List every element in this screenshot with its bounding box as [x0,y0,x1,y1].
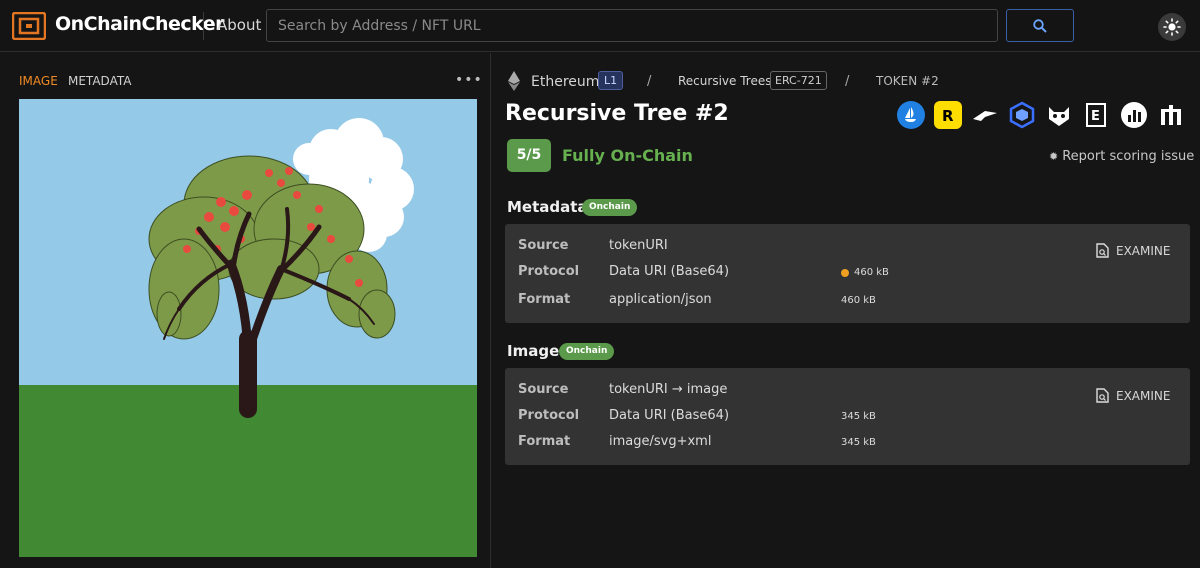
report-scoring-link[interactable]: ✹ Report scoring issue [1049,149,1194,164]
token-standard-badge: ERC-721 [770,71,827,90]
metadata-section-title: Metadata [507,198,588,216]
chart-icon[interactable] [1120,101,1148,129]
looksrare-icon[interactable] [971,101,999,129]
breadcrumb-chain[interactable]: Ethereum [531,74,599,90]
header-divider [203,12,204,40]
bug-icon: ✹ [1049,150,1059,163]
svg-text:R: R [942,107,954,125]
breadcrumb-separator: / [845,74,850,89]
top-bar: OnChainChecker About [0,0,1200,52]
examine-metadata-button[interactable]: EXAMINE [1096,243,1170,258]
row-size: 460 kB [841,295,876,306]
x2y2-icon[interactable] [1008,101,1036,129]
ethereum-icon [508,71,520,91]
svg-text:E: E [1091,109,1100,124]
page-title: Recursive Tree #2 [505,101,729,126]
breadcrumb-separator: / [647,74,652,89]
row-label: Protocol [518,408,580,423]
document-search-icon [1096,388,1109,403]
report-label: Report scoring issue [1062,149,1195,164]
onchain-badge: Onchain [559,343,615,360]
breadcrumb-collection[interactable]: Recursive Trees [678,74,771,88]
row-value: Data URI (Base64) [609,264,730,279]
onchain-badge: Onchain [582,199,638,216]
examine-label: EXAMINE [1116,389,1171,403]
examine-label: EXAMINE [1116,244,1171,258]
search-input[interactable] [266,9,998,42]
row-value: tokenURI [609,238,668,253]
more-options-icon[interactable]: ••• [455,72,483,88]
row-size: 345 kB [841,437,876,448]
marketplace-icon[interactable] [1157,101,1185,129]
search-button[interactable] [1006,9,1074,42]
opensea-icon[interactable] [897,101,925,129]
logo-icon[interactable] [12,12,46,40]
nft-artwork [19,99,477,557]
row-label: Protocol [518,264,580,279]
row-size: 345 kB [841,411,876,422]
search-icon [1033,19,1047,33]
niftygateway-icon[interactable] [1045,101,1073,129]
examine-image-button[interactable]: EXAMINE [1096,388,1170,403]
row-label: Source [518,382,569,397]
row-value: tokenURI → image [609,382,728,397]
rarible-icon[interactable]: R [934,101,962,129]
row-value: application/json [609,292,712,307]
etherscan-icon[interactable]: E [1082,101,1110,129]
row-label: Format [518,292,571,307]
row-size: 460 kB [854,267,889,278]
tab-image[interactable]: IMAGE [19,74,58,88]
document-search-icon [1096,243,1109,258]
image-section-title: Image [507,342,560,360]
row-label: Format [518,434,571,449]
row-value: image/svg+xml [609,434,712,449]
score-badge: 5/5 [507,139,551,172]
size-warning-dot [841,269,849,277]
about-link[interactable]: About [217,16,261,34]
tab-metadata[interactable]: METADATA [68,74,131,88]
row-label: Source [518,238,569,253]
breadcrumb-token: TOKEN #2 [876,74,939,88]
score-label: Fully On-Chain [562,146,693,165]
metadata-card: Source tokenURI Protocol Data URI (Base6… [505,224,1190,323]
chain-layer-badge: L1 [598,71,624,90]
theme-toggle-button[interactable] [1158,13,1186,41]
sun-icon [1163,18,1181,36]
image-card: Source tokenURI → image Protocol Data UR… [505,368,1190,465]
row-value: Data URI (Base64) [609,408,730,423]
panel-divider [490,53,491,568]
brand-name[interactable]: OnChainChecker [55,13,225,35]
